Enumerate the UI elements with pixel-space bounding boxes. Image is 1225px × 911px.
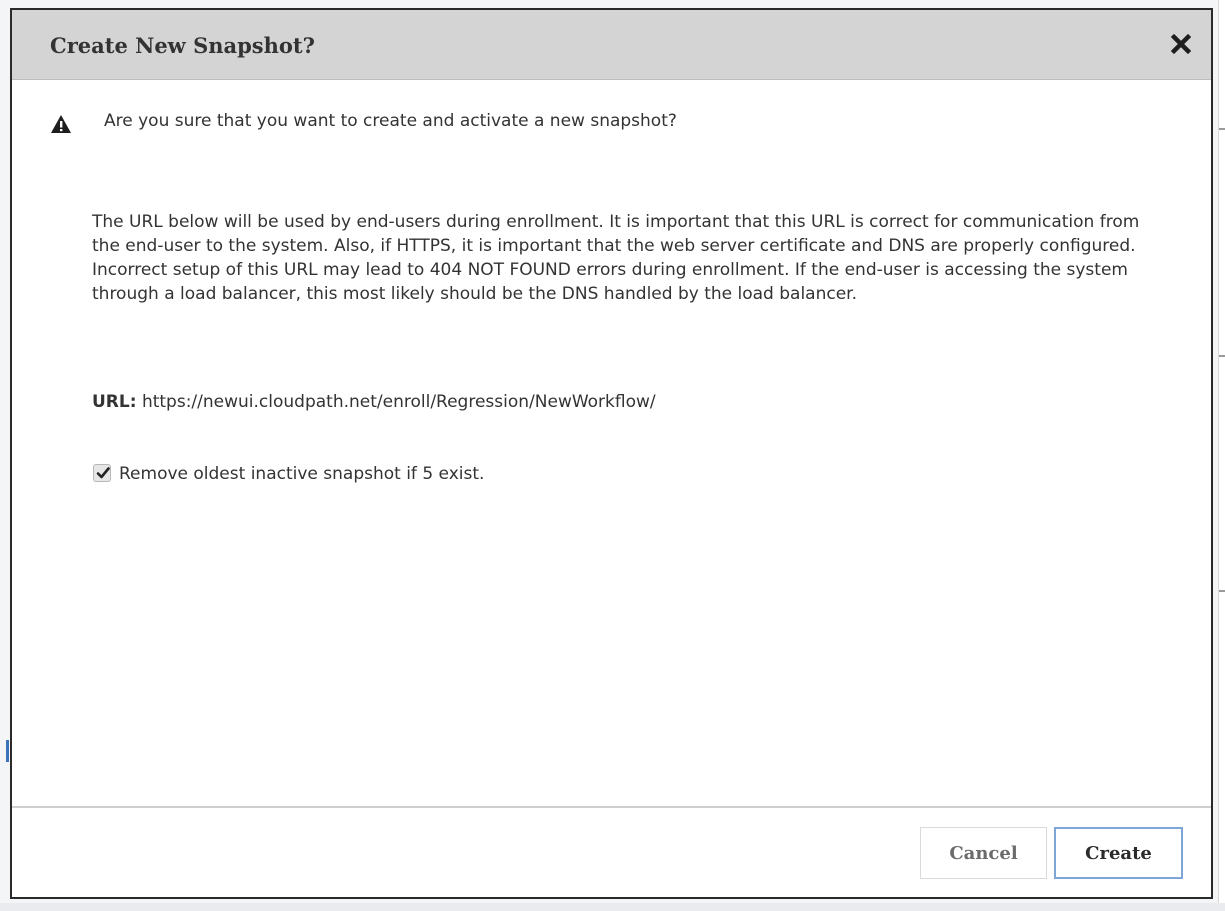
remove-oldest-checkbox[interactable] <box>93 464 111 482</box>
url-info-paragraph: The URL below will be used by end-users … <box>92 212 1140 304</box>
url-value: https://newui.cloudpath.net/enroll/Regre… <box>141 392 656 412</box>
background-divider <box>1219 590 1225 592</box>
create-button[interactable]: Create <box>1054 827 1183 879</box>
background-footer-strip <box>0 903 1225 911</box>
close-x-icon <box>1170 33 1192 55</box>
close-button[interactable] <box>1169 32 1193 56</box>
checkmark-icon <box>96 467 110 479</box>
cancel-button[interactable]: Cancel <box>920 827 1047 879</box>
create-snapshot-dialog: Create New Snapshot? Are you sure that y… <box>10 8 1213 899</box>
remove-oldest-label[interactable]: Remove oldest inactive snapshot if 5 exi… <box>119 464 484 484</box>
warning-triangle-icon <box>51 115 71 133</box>
background-accent-mark <box>6 740 9 762</box>
confirmation-question: Are you sure that you want to create and… <box>104 111 677 131</box>
url-label: URL: <box>92 392 137 412</box>
enrollment-url: URL: https://newui.cloudpath.net/enroll/… <box>92 392 656 412</box>
dialog-title: Create New Snapshot? <box>50 33 315 58</box>
background-divider <box>1219 128 1225 130</box>
background-page-edge <box>1218 0 1225 911</box>
dialog-title-bar: Create New Snapshot? <box>12 10 1211 80</box>
footer-divider <box>12 806 1211 808</box>
background-divider <box>1219 355 1225 357</box>
